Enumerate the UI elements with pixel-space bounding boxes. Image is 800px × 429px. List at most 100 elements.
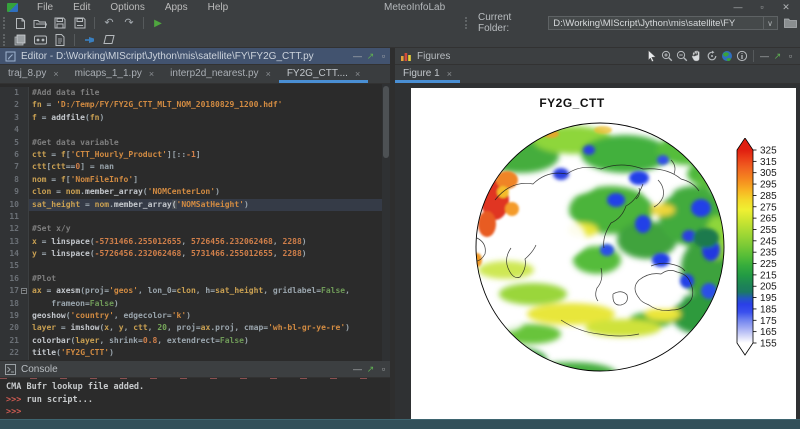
save-button[interactable] — [50, 15, 70, 31]
frame-tool-icon[interactable] — [99, 32, 119, 48]
zoom-in-tool-icon[interactable] — [659, 49, 674, 64]
colorbar-tick-label: 215 — [760, 270, 777, 281]
rotate-tool-icon[interactable] — [704, 49, 719, 64]
menu-file[interactable]: File — [27, 2, 63, 13]
editor-titlebar: Editor - D:\Working\MIScript\Jython\mis\… — [0, 48, 390, 65]
colorbar-tick-label: 225 — [760, 259, 777, 270]
current-folder-label: Current Folder: — [478, 12, 543, 34]
editor-tab[interactable]: interp2d_nearest.py× — [162, 64, 279, 83]
menu-options[interactable]: Options — [100, 2, 154, 13]
editor-maximize-icon[interactable]: ▫ — [377, 51, 390, 61]
script-file-icon[interactable] — [50, 32, 70, 48]
new-file-button[interactable] — [10, 15, 30, 31]
line-number: 20 — [0, 322, 21, 334]
line-number: 9 — [0, 186, 21, 198]
colorbar-tick-label: 265 — [760, 214, 777, 225]
tab-close-icon[interactable]: × — [149, 69, 154, 79]
colorbar-tick-label: 185 — [760, 304, 777, 315]
pointer-tool-icon[interactable] — [644, 49, 659, 64]
pin-tool-icon[interactable] — [79, 32, 99, 48]
colorbar-tick-label: 205 — [760, 282, 777, 293]
console-float-icon[interactable]: ↗ — [364, 364, 377, 375]
colorbar-tick-label: 305 — [760, 168, 777, 179]
figures-minimize-icon[interactable]: — — [758, 51, 771, 61]
globe-tool-icon[interactable] — [719, 49, 734, 64]
toolbar-separator — [74, 34, 75, 46]
console-titlebar: Console — ↗ ▫ — [0, 361, 390, 378]
figures-panel: Figures — [395, 48, 800, 419]
redo-button[interactable]: ↷ — [119, 15, 139, 31]
run-script-button[interactable]: ▶ — [148, 15, 168, 31]
data-viewer-icon[interactable] — [30, 32, 50, 48]
status-bar — [0, 419, 800, 429]
editor-tab[interactable]: FY2G_CTT.... × — [279, 64, 368, 83]
figure-canvas[interactable]: FY2G_CTT — [411, 88, 796, 419]
code-line: 4 — [0, 124, 382, 136]
save-as-button[interactable] — [70, 15, 90, 31]
window-close-button[interactable]: ✕ — [774, 2, 798, 13]
toolbar-grip[interactable] — [3, 17, 6, 29]
code-line: 14y = linspace(-5726456.232062468, 57314… — [0, 248, 382, 260]
window-maximize-button[interactable]: ▫ — [750, 2, 774, 12]
current-folder-combobox[interactable]: D:\Working\MIScript\Jython\mis\satellite… — [548, 16, 777, 30]
figures-maximize-icon[interactable]: ▫ — [784, 51, 797, 61]
line-number: 11 — [0, 211, 21, 223]
editor-scrollbar[interactable] — [382, 84, 390, 361]
line-number: 13 — [0, 236, 21, 248]
code-line: 1#Add data file — [0, 87, 382, 99]
toolbar-separator — [143, 17, 144, 29]
menu-edit[interactable]: Edit — [63, 2, 100, 13]
console-maximize-icon[interactable]: ▫ — [377, 364, 390, 374]
toolbar-grip[interactable] — [465, 17, 468, 29]
menu-help[interactable]: Help — [198, 2, 239, 13]
toolbar-separator — [753, 50, 754, 62]
figures-panel-icon — [400, 51, 412, 62]
window-title: MeteoInfoLab — [384, 2, 445, 13]
tab-close-icon[interactable]: × — [53, 69, 58, 79]
line-number: 22 — [0, 347, 21, 359]
code-editor[interactable]: 1#Add data file2fn = 'D:/Temp/FY/FY2G_CT… — [0, 84, 390, 361]
tab-close-icon[interactable]: × — [447, 69, 452, 79]
line-number: 16 — [0, 273, 21, 285]
code-line: 6ctt = f['CTT_Hourly_Product'][::-1] — [0, 149, 382, 161]
info-tool-icon[interactable] — [734, 49, 749, 64]
layers-app-icon[interactable] — [10, 32, 30, 48]
menu-apps[interactable]: Apps — [155, 2, 198, 13]
window-minimize-button[interactable]: — — [726, 2, 750, 12]
figure-tab[interactable]: Figure 1× — [395, 64, 460, 83]
tab-close-icon[interactable]: × — [266, 69, 271, 79]
menu-bar: FileEditOptionsAppsHelp MeteoInfoLab — ▫… — [0, 0, 800, 14]
editor-scrollbar-thumb[interactable] — [383, 86, 389, 158]
plot-colorbar: 3253153052952852752652552452352252152051… — [729, 138, 793, 363]
editor-float-icon[interactable]: ↗ — [364, 51, 377, 62]
code-line: 8nom = f['NomFileInfo'] — [0, 174, 382, 186]
line-number: 2 — [0, 99, 21, 111]
editor-console-column: Editor - D:\Working\MIScript\Jython\mis\… — [0, 48, 390, 419]
editor-tab[interactable]: traj_8.py× — [0, 64, 67, 83]
tab-close-icon[interactable]: × — [355, 69, 360, 79]
editor-tab-label: FY2G_CTT.... — [287, 68, 348, 79]
colorbar-tick-label: 165 — [760, 327, 777, 338]
zoom-out-tool-icon[interactable] — [674, 49, 689, 64]
toolbar-grip[interactable] — [3, 34, 6, 46]
editor-tab[interactable]: micaps_1_1.py× — [67, 64, 163, 83]
code-line: 3f = addfile(fn) — [0, 112, 382, 124]
fold-marker-icon[interactable]: – — [21, 288, 27, 294]
console-output[interactable]: CMA Bufr lookup file added.>>> run scrip… — [0, 378, 390, 420]
code-line: 20layer = imshow(x, y, ctt, 20, proj=ax.… — [0, 322, 382, 334]
browse-folder-button[interactable] — [781, 15, 800, 31]
figures-float-icon[interactable]: ↗ — [771, 51, 784, 62]
workspace: Editor - D:\Working\MIScript\Jython\mis\… — [0, 48, 800, 419]
colorbar-tick-label: 195 — [760, 293, 777, 304]
colorbar-tick-label: 255 — [760, 225, 777, 236]
pan-tool-icon[interactable] — [689, 49, 704, 64]
open-file-button[interactable] — [30, 15, 50, 31]
app-logo-icon — [7, 3, 18, 12]
editor-minimize-icon[interactable]: — — [351, 51, 364, 61]
console-minimize-icon[interactable]: — — [351, 364, 364, 374]
chevron-down-icon[interactable]: ∨ — [763, 17, 777, 29]
current-folder-value[interactable]: D:\Working\MIScript\Jython\mis\satellite… — [549, 18, 762, 29]
line-number: 6 — [0, 149, 21, 161]
figures-tabbar: Figure 1× — [395, 65, 800, 84]
undo-button[interactable]: ↶ — [99, 15, 119, 31]
